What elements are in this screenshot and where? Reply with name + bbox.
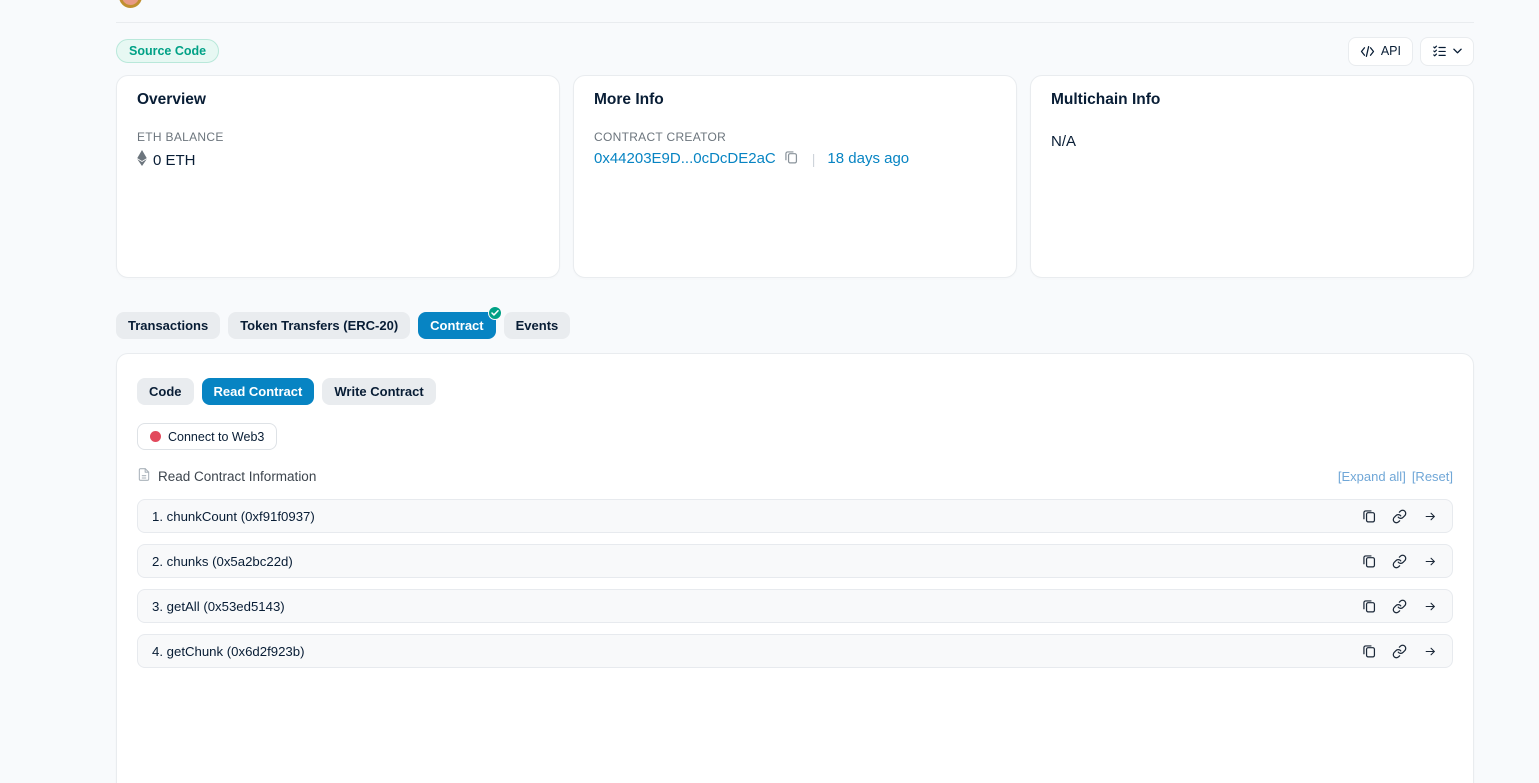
copy-icon[interactable] — [1362, 509, 1376, 523]
contract-page: Source Code API — [0, 0, 1539, 783]
multichain-card-title: Multichain Info — [1051, 91, 1453, 109]
link-icon[interactable] — [1392, 554, 1407, 569]
ethereum-icon — [137, 150, 147, 170]
arrow-right-icon[interactable] — [1423, 645, 1438, 658]
disconnected-status-icon — [150, 431, 161, 442]
overview-card: Overview ETH BALANCE 0 ETH — [116, 75, 560, 278]
source-code-badge: Source Code — [116, 39, 219, 63]
copy-icon — [784, 150, 798, 167]
document-icon — [137, 467, 151, 485]
code-brackets-icon — [1360, 45, 1375, 58]
header-divider — [116, 22, 1474, 23]
multichain-value: N/A — [1051, 133, 1453, 150]
value-separator: | — [812, 151, 816, 167]
link-icon[interactable] — [1392, 644, 1407, 659]
function-label: 2. chunks (0x5a2bc22d) — [152, 554, 293, 569]
copy-address-button[interactable] — [782, 150, 800, 167]
read-function-list: 1. chunkCount (0xf91f0937) 2. chunks (0x… — [137, 499, 1453, 668]
api-button[interactable]: API — [1348, 37, 1413, 66]
tab-contract-label: Contract — [430, 318, 483, 333]
arrow-right-icon[interactable] — [1423, 555, 1438, 568]
list-check-icon — [1432, 44, 1447, 58]
function-label: 1. chunkCount (0xf91f0937) — [152, 509, 315, 524]
function-row-getChunk[interactable]: 4. getChunk (0x6d2f923b) — [137, 634, 1453, 668]
expand-all-link[interactable]: [Expand all] — [1338, 469, 1406, 484]
contract-creator-address-link[interactable]: 0x44203E9D...0cDcDE2aC — [594, 150, 776, 167]
tab-contract[interactable]: Contract — [418, 312, 495, 339]
link-icon[interactable] — [1392, 599, 1407, 614]
creation-txn-age-link[interactable]: 18 days ago — [827, 150, 909, 167]
chevron-down-icon — [1453, 48, 1462, 54]
reset-link[interactable]: [Reset] — [1412, 469, 1453, 484]
overview-card-title: Overview — [137, 91, 539, 109]
more-info-card-title: More Info — [594, 91, 996, 109]
function-label: 4. getChunk (0x6d2f923b) — [152, 644, 305, 659]
connect-to-web3-button[interactable]: Connect to Web3 — [137, 423, 277, 450]
link-icon[interactable] — [1392, 509, 1407, 524]
connect-to-web3-label: Connect to Web3 — [168, 430, 264, 444]
contract-sub-tabs: Code Read Contract Write Contract — [137, 378, 1453, 405]
tab-transactions[interactable]: Transactions — [116, 312, 220, 339]
tab-events[interactable]: Events — [504, 312, 571, 339]
function-row-getAll[interactable]: 3. getAll (0x53ed5143) — [137, 589, 1453, 623]
arrow-right-icon[interactable] — [1423, 510, 1438, 523]
copy-icon[interactable] — [1362, 644, 1376, 658]
address-avatar — [119, 0, 142, 8]
tab-token-transfers[interactable]: Token Transfers (ERC-20) — [228, 312, 410, 339]
badge-toolbar: Source Code API — [116, 36, 1474, 66]
subtab-code[interactable]: Code — [137, 378, 194, 405]
subtab-read-contract[interactable]: Read Contract — [202, 378, 315, 405]
read-contract-section-title: Read Contract Information — [158, 469, 316, 484]
info-cards: Overview ETH BALANCE 0 ETH More Info CON… — [116, 75, 1474, 278]
read-contract-header: Read Contract Information [Expand all] [… — [137, 467, 1453, 485]
view-options-button[interactable] — [1420, 37, 1474, 66]
header-actions: API — [1348, 37, 1474, 66]
function-label: 3. getAll (0x53ed5143) — [152, 599, 285, 614]
subtab-write-contract[interactable]: Write Contract — [322, 378, 435, 405]
contract-creator-label: CONTRACT CREATOR — [594, 130, 996, 144]
contract-panel: Code Read Contract Write Contract Connec… — [116, 353, 1474, 783]
more-info-card: More Info CONTRACT CREATOR 0x44203E9D...… — [573, 75, 1017, 278]
copy-icon[interactable] — [1362, 554, 1376, 568]
function-row-chunkCount[interactable]: 1. chunkCount (0xf91f0937) — [137, 499, 1453, 533]
function-row-chunks[interactable]: 2. chunks (0x5a2bc22d) — [137, 544, 1453, 578]
multichain-info-card: Multichain Info N/A — [1030, 75, 1474, 278]
verified-check-icon — [488, 306, 502, 320]
arrow-right-icon[interactable] — [1423, 600, 1438, 613]
eth-balance-label: ETH BALANCE — [137, 130, 539, 144]
copy-icon[interactable] — [1362, 599, 1376, 613]
api-button-label: API — [1381, 44, 1401, 58]
eth-balance-value: 0 ETH — [153, 152, 196, 169]
address-tabs: Transactions Token Transfers (ERC-20) Co… — [116, 312, 570, 339]
